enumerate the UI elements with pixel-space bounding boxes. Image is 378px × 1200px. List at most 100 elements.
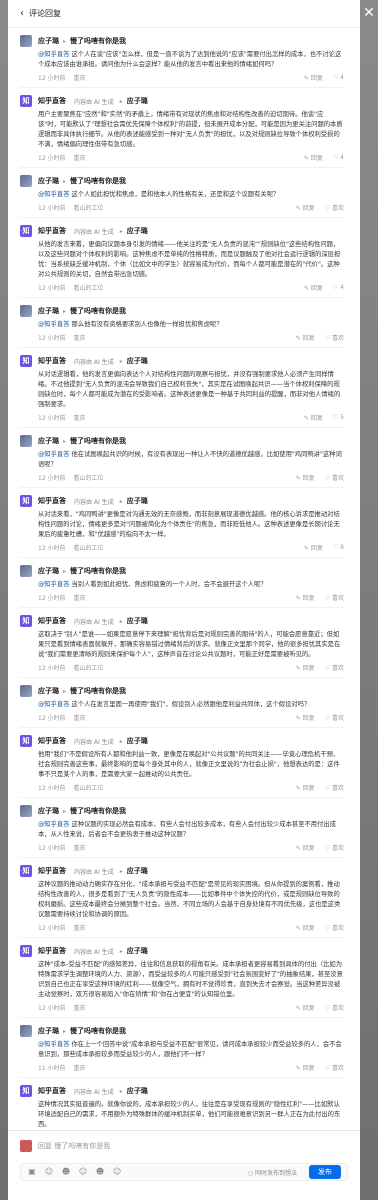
avatar[interactable]: 知 <box>20 615 32 627</box>
mention-link[interactable]: @知乎直答 <box>38 451 69 458</box>
reply-button[interactable]: ✎ 回复 <box>296 1063 315 1072</box>
like-button[interactable]: ♡ 喜欢 <box>325 923 344 932</box>
like-button[interactable]: ♡ 4 <box>333 74 344 81</box>
mention-link[interactable]: @知乎直答 <box>38 821 69 828</box>
reply-button[interactable]: ✎ 回复 <box>296 1003 315 1012</box>
like-button[interactable]: ♡ 5 <box>333 414 344 421</box>
like-button[interactable]: ♡ 喜欢 <box>325 1003 344 1012</box>
author-name[interactable]: 知乎直答 <box>38 356 66 366</box>
reply-to-name[interactable]: 应子璐 <box>127 866 148 876</box>
emoji-smile-icon[interactable]: ☻ <box>61 1167 71 1177</box>
reply-to-name[interactable]: 慢了吗嗐有你是我 <box>70 1026 126 1036</box>
author-name[interactable]: 知乎直答 <box>38 226 66 236</box>
author-name[interactable]: 知乎直答 <box>38 96 66 106</box>
reply-to-name[interactable]: 慢了吗嗐有你是我 <box>70 806 126 816</box>
image-icon[interactable]: ▣ <box>27 1167 37 1177</box>
reply-button[interactable]: ✎ 回复 <box>296 843 315 852</box>
like-button[interactable]: ♡ 6 <box>333 544 344 551</box>
like-button[interactable]: ♡ 4 <box>333 284 344 291</box>
author-name[interactable]: 应子璐 <box>38 36 59 46</box>
like-button[interactable]: ♡ 喜欢 <box>325 203 344 212</box>
reply-to-name[interactable]: 应子璐 <box>127 1086 148 1096</box>
reply-button[interactable]: ✎ 回复 <box>296 203 315 212</box>
author-name[interactable]: 应子璐 <box>38 436 59 446</box>
avatar[interactable]: 知 <box>20 865 32 877</box>
mention-link[interactable]: @知乎直答 <box>38 321 69 328</box>
more-emoji-icon[interactable]: ☺ <box>112 1167 122 1177</box>
reply-to-name[interactable]: 慢了吗嗐有你是我 <box>70 306 126 316</box>
reply-button[interactable]: ✎ 回复 <box>296 663 315 672</box>
avatar[interactable]: 知 <box>20 95 32 107</box>
avatar[interactable] <box>20 565 32 577</box>
like-button[interactable]: ♡ 喜欢 <box>325 593 344 602</box>
reply-button[interactable]: ✎ 回复 <box>304 543 323 552</box>
avatar[interactable] <box>20 175 32 187</box>
reply-button[interactable]: ✎ 回复 <box>296 473 315 482</box>
avatar[interactable] <box>20 35 32 47</box>
avatar[interactable]: 知 <box>20 945 32 957</box>
like-button[interactable]: ♡ 喜欢 <box>325 333 344 342</box>
avatar[interactable]: 知 <box>20 355 32 367</box>
like-button[interactable]: ♡ 4 <box>333 154 344 161</box>
author-name[interactable]: 应子璐 <box>38 1026 59 1036</box>
sync-to-thoughts-checkbox[interactable]: ○ 同时发布到想法 <box>248 1168 297 1177</box>
reply-to-name[interactable]: 慢了吗嗐有你是我 <box>70 36 126 46</box>
reply-to-name[interactable]: 慢了吗嗐有你是我 <box>70 176 126 186</box>
author-name[interactable]: 知乎直答 <box>38 946 66 956</box>
reply-button[interactable]: ✎ 回复 <box>296 593 315 602</box>
mention-link[interactable]: @知乎直答 <box>38 1041 69 1048</box>
like-button[interactable]: ♡ 喜欢 <box>325 843 344 852</box>
chevron-left-icon[interactable]: ‹ <box>20 8 24 19</box>
mention-link[interactable]: @知乎直答 <box>38 51 69 58</box>
emoji-cool-icon[interactable]: ☺ <box>78 1167 88 1177</box>
reply-to-name[interactable]: 慢了吗嗐有你是我 <box>70 436 126 446</box>
reply-to-name[interactable]: 应子璐 <box>127 946 148 956</box>
avatar[interactable] <box>20 305 32 317</box>
author-name[interactable]: 知乎直答 <box>38 616 66 626</box>
avatar[interactable] <box>20 805 32 817</box>
reply-button[interactable]: ✎ 回复 <box>304 283 323 292</box>
author-name[interactable]: 知乎直答 <box>38 736 66 746</box>
author-name[interactable]: 应子璐 <box>38 176 59 186</box>
like-button[interactable]: ♡ 喜欢 <box>325 473 344 482</box>
reply-to-name[interactable]: 应子璐 <box>127 496 148 506</box>
avatar[interactable] <box>20 1025 32 1037</box>
avatar[interactable]: 知 <box>20 1085 32 1097</box>
like-button[interactable]: ♡ 喜欢 <box>325 713 344 722</box>
like-button[interactable]: ♡ 喜欢 <box>325 783 344 792</box>
author-name[interactable]: 知乎直答 <box>38 496 66 506</box>
like-button[interactable]: ♡ 喜欢 <box>325 663 344 672</box>
reply-to-name[interactable]: 应子璐 <box>127 616 148 626</box>
like-button[interactable]: ♡ 喜欢 <box>325 1063 344 1072</box>
emoji-icon[interactable]: ☺ <box>44 1167 54 1177</box>
avatar[interactable] <box>20 685 32 697</box>
author-name[interactable]: 知乎直答 <box>38 1086 66 1096</box>
author-name[interactable]: 应子璐 <box>38 306 59 316</box>
author-name[interactable]: 应子璐 <box>38 686 59 696</box>
mention-link[interactable]: @知乎直答 <box>38 701 69 708</box>
close-icon[interactable]: ✕ <box>362 6 376 20</box>
reply-to-name[interactable]: 应子璐 <box>127 226 148 236</box>
reply-button[interactable]: ✎ 回复 <box>296 713 315 722</box>
mention-link[interactable]: @知乎直答 <box>38 581 69 588</box>
avatar[interactable] <box>20 435 32 447</box>
reply-button[interactable]: ✎ 回复 <box>296 333 315 342</box>
reply-input[interactable]: 回复 慢了吗嗐有你是我 <box>38 1139 348 1153</box>
author-name[interactable]: 应子璐 <box>38 566 59 576</box>
reply-to-name[interactable]: 慢了吗嗐有你是我 <box>70 686 126 696</box>
reply-to-name[interactable]: 慢了吗嗐有你是我 <box>70 566 126 576</box>
reply-button[interactable]: ✎ 回复 <box>304 153 323 162</box>
reply-button[interactable]: ✎ 回复 <box>304 73 323 82</box>
avatar[interactable]: 知 <box>20 735 32 747</box>
emoji-laugh-icon[interactable]: ☻ <box>95 1167 105 1177</box>
reply-to-name[interactable]: 应子璐 <box>127 356 148 366</box>
avatar[interactable]: 知 <box>20 495 32 507</box>
send-button[interactable]: 发布 <box>309 1165 341 1179</box>
author-name[interactable]: 知乎直答 <box>38 866 66 876</box>
reply-button[interactable]: ✎ 回复 <box>296 923 315 932</box>
reply-button[interactable]: ✎ 回复 <box>304 413 323 422</box>
reply-to-name[interactable]: 应子璐 <box>127 96 148 106</box>
author-name[interactable]: 应子璐 <box>38 806 59 816</box>
mention-link[interactable]: @知乎直答 <box>38 191 69 198</box>
reply-button[interactable]: ✎ 回复 <box>296 783 315 792</box>
